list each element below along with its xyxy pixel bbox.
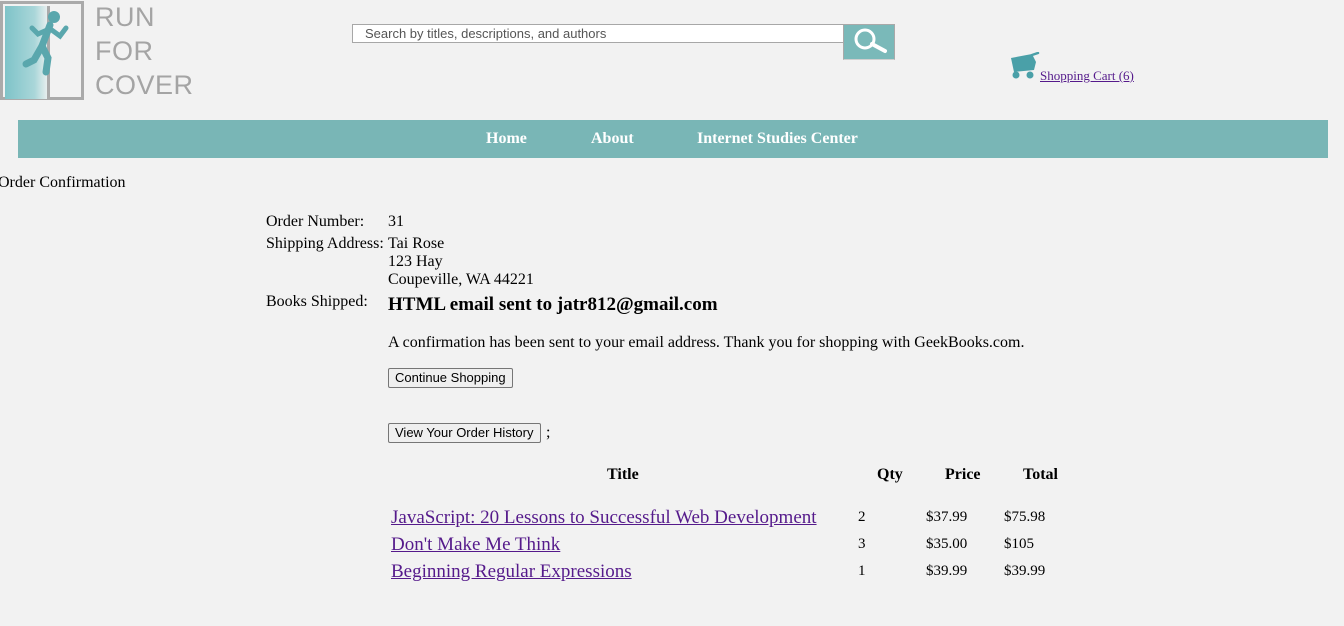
- search-button[interactable]: [843, 24, 895, 60]
- nav-home[interactable]: Home: [486, 130, 527, 148]
- logo-text-line: RUN: [95, 2, 155, 32]
- price-cell: $37.99: [926, 509, 968, 525]
- book-title-link[interactable]: Don't Make Me Think: [391, 534, 560, 555]
- running-man-icon: [22, 11, 69, 76]
- column-header-title: Title: [607, 466, 639, 483]
- books-shipped-label: Books Shipped:: [266, 293, 368, 310]
- order-number-label: Order Number:: [266, 213, 365, 230]
- order-number-value: 31: [388, 213, 404, 230]
- qty-cell: 2: [858, 509, 866, 525]
- shopping-cart-link[interactable]: Shopping Cart (6): [1040, 68, 1134, 84]
- column-header-price: Price: [945, 466, 981, 483]
- shipping-address-line: Coupeville, WA 44221: [388, 271, 534, 288]
- nav-about[interactable]: About: [591, 130, 634, 148]
- view-order-history-button[interactable]: View Your Order History: [388, 423, 541, 443]
- book-title-link[interactable]: JavaScript: 20 Lessons to Successful Web…: [391, 507, 817, 528]
- shopping-cart-icon: [1011, 52, 1040, 79]
- qty-cell: 3: [858, 536, 866, 552]
- price-cell: $35.00: [926, 536, 968, 552]
- confirmation-message: A confirmation has been sent to your ema…: [388, 334, 1025, 351]
- shipping-address-line: Tai Rose: [388, 235, 445, 252]
- magnifier-icon: [854, 28, 887, 53]
- search-input[interactable]: [352, 24, 844, 43]
- shipping-address-label: Shipping Address:: [266, 235, 384, 252]
- order-history-suffix: ;: [546, 424, 551, 441]
- site-logo[interactable]: RUN FOR COVER: [0, 0, 193, 104]
- logo-text-line: FOR: [95, 36, 154, 66]
- logo-text-line: COVER: [95, 70, 194, 100]
- email-sent-heading: HTML email sent to jatr812@gmail.com: [388, 294, 718, 315]
- price-cell: $39.99: [926, 563, 968, 579]
- book-title-link[interactable]: Beginning Regular Expressions: [391, 561, 632, 582]
- shipping-address-line: 123 Hay: [388, 253, 443, 270]
- total-cell: $105: [1004, 536, 1034, 552]
- column-header-qty: Qty: [877, 466, 903, 483]
- total-cell: $75.98: [1004, 509, 1046, 525]
- nav-internet-studies-center[interactable]: Internet Studies Center: [697, 130, 858, 148]
- continue-shopping-button[interactable]: Continue Shopping: [388, 368, 513, 388]
- total-cell: $39.99: [1004, 563, 1046, 579]
- qty-cell: 1: [858, 563, 866, 579]
- column-header-total: Total: [1023, 466, 1058, 483]
- main-nav: Home About Internet Studies Center: [18, 120, 1328, 158]
- page-title: Order Confirmation: [0, 174, 126, 191]
